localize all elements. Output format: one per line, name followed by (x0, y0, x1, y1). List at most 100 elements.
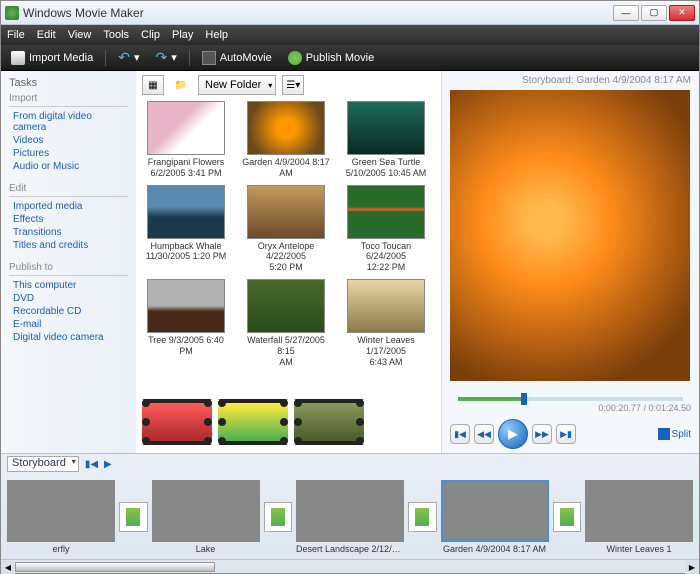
sb-play-button[interactable]: ▶ (104, 459, 112, 470)
storyboard-clip[interactable]: erfly (7, 480, 115, 554)
link-titles-credits[interactable]: Titles and credits (9, 239, 128, 252)
thumbnail-image (347, 279, 425, 333)
thumbnail-caption: Frangipani Flowers6/2/2005 3:41 PM (142, 157, 230, 179)
link-transitions[interactable]: Transitions (9, 226, 128, 239)
menu-play[interactable]: Play (172, 29, 193, 41)
transition-icon (126, 508, 140, 526)
scroll-thumb[interactable] (15, 562, 215, 572)
menu-edit[interactable]: Edit (37, 29, 56, 41)
link-videos[interactable]: Videos (9, 134, 128, 147)
automovie-button[interactable]: AutoMovie (198, 49, 276, 67)
thumbnail-image (247, 185, 325, 239)
new-folder-label: New Folder (205, 79, 261, 91)
time-total: 0:01:24.50 (648, 403, 691, 413)
split-button[interactable]: Split (658, 428, 691, 440)
next-frame-button[interactable]: ▶▮ (556, 424, 576, 444)
scroll-right-button[interactable]: ▶ (685, 560, 699, 574)
transition-slot[interactable] (408, 502, 437, 532)
sidebar-group-edit: Edit Imported media Effects Transitions … (9, 183, 128, 252)
link-dv-camera[interactable]: Digital video camera (9, 331, 128, 344)
time-current: 0:00:20.77 (598, 403, 641, 413)
clip-thumbnail[interactable]: Toco Toucan 6/24/200512:22 PM (342, 185, 430, 273)
transition-icon (415, 508, 429, 526)
clip-label: erfly (7, 544, 115, 554)
publish-icon (288, 51, 302, 65)
transition-slot[interactable] (264, 502, 293, 532)
menu-tools[interactable]: Tools (103, 29, 129, 41)
storyboard-dropdown[interactable]: Storyboard (7, 456, 79, 472)
redo-button[interactable]: ↷▾ (151, 47, 180, 68)
clip-thumbnail[interactable]: Humpback Whale11/30/2005 1:20 PM (142, 185, 230, 273)
link-audio[interactable]: Audio or Music (9, 160, 128, 173)
thumbnail-grid: Frangipani Flowers6/2/2005 3:41 PM Garden… (142, 101, 435, 395)
separator (105, 50, 106, 66)
play-button[interactable]: ▶ (498, 419, 528, 449)
arrange-dropdown[interactable]: ☰▾ (282, 75, 304, 95)
link-imported-media[interactable]: Imported media (9, 200, 128, 213)
seek-knob[interactable] (521, 393, 527, 405)
import-icon (11, 51, 25, 65)
link-effects[interactable]: Effects (9, 213, 128, 226)
menu-clip[interactable]: Clip (141, 29, 160, 41)
link-email[interactable]: E-mail (9, 318, 128, 331)
close-button[interactable]: ✕ (669, 5, 695, 21)
undo-button[interactable]: ↶▾ (114, 47, 143, 68)
transition-slot[interactable] (553, 502, 582, 532)
clip-thumbnail[interactable]: Tree 9/3/2005 6:40 PM (142, 279, 230, 367)
storyboard-panel: Storyboard ▮◀ ▶ erfly Lake Desert Landscap… (1, 453, 699, 573)
menu-file[interactable]: File (7, 29, 25, 41)
link-dvd[interactable]: DVD (9, 292, 128, 305)
clip-thumbnail[interactable]: Winter Leaves 1/17/20056:43 AM (342, 279, 430, 367)
transition-slot[interactable] (119, 502, 148, 532)
sidebar-group-publish: Publish to This computer DVD Recordable … (9, 262, 128, 344)
storyboard-clip[interactable]: Garden 4/9/2004 8:17 AM (441, 480, 549, 554)
import-media-button[interactable]: Import Media (7, 49, 97, 67)
prev-frame-button[interactable]: ▮◀ (450, 424, 470, 444)
clip-thumbnail[interactable]: Oryx Antelope 4/22/20055:20 PM (242, 185, 330, 273)
tasks-sidebar: Tasks Import From digital video camera V… (1, 71, 136, 453)
publish-label: Publish Movie (306, 52, 374, 64)
transition-icon (271, 508, 285, 526)
separator (189, 50, 190, 66)
clip-image (441, 480, 549, 542)
storyboard-clip[interactable]: Winter Leaves 1 (585, 480, 693, 554)
split-label: Split (672, 429, 691, 440)
thumbnail-view-button[interactable]: ▦ (142, 75, 164, 95)
publish-movie-button[interactable]: Publish Movie (284, 49, 378, 67)
storyboard-clip[interactable]: Lake (152, 480, 260, 554)
filmstrip-frame[interactable] (218, 399, 288, 445)
forward-button[interactable]: ▶▶ (532, 424, 552, 444)
storyboard-clip[interactable]: Desert Landscape 2/12/20... (296, 480, 404, 554)
filmstrip-frame[interactable] (294, 399, 364, 445)
storyboard-scrollbar[interactable]: ◀ ▶ (1, 559, 699, 573)
clip-thumbnail[interactable]: Green Sea Turtle5/10/2005 10:45 AM (342, 101, 430, 179)
filmstrip-frame[interactable] (142, 399, 212, 445)
thumbnail-caption: Garden 4/9/2004 8:17AM (242, 157, 330, 179)
seek-bar[interactable] (458, 397, 683, 401)
link-recordable-cd[interactable]: Recordable CD (9, 305, 128, 318)
maximize-button[interactable]: ▢ (641, 5, 667, 21)
new-folder-dropdown[interactable]: New Folder (198, 75, 276, 95)
details-view-button[interactable]: 📁 (170, 75, 192, 95)
thumbnail-image (247, 101, 325, 155)
clip-image (152, 480, 260, 542)
sidebar-title: Tasks (9, 77, 128, 89)
link-this-computer[interactable]: This computer (9, 279, 128, 292)
sb-rewind-button[interactable]: ▮◀ (85, 459, 98, 470)
scroll-left-button[interactable]: ◀ (1, 560, 15, 574)
thumbnail-caption: Toco Toucan 6/24/200512:22 PM (342, 241, 430, 273)
clip-thumbnail[interactable]: Waterfall 5/27/2005 8:15AM (242, 279, 330, 367)
menu-help[interactable]: Help (205, 29, 228, 41)
link-pictures[interactable]: Pictures (9, 147, 128, 160)
import-label: Import Media (29, 52, 93, 64)
minimize-button[interactable]: — (613, 5, 639, 21)
link-from-camera[interactable]: From digital video camera (9, 110, 128, 134)
menu-view[interactable]: View (68, 29, 92, 41)
rewind-button[interactable]: ◀◀ (474, 424, 494, 444)
thumbnail-image (347, 101, 425, 155)
clip-thumbnail[interactable]: Garden 4/9/2004 8:17AM (242, 101, 330, 179)
playback-controls: ▮◀ ◀◀ ▶ ▶▶ ▶▮ Split (450, 419, 691, 449)
preview-pane: Storyboard: Garden 4/9/2004 8:17 AM 0:00… (441, 71, 699, 453)
seek-progress (458, 397, 521, 401)
clip-thumbnail[interactable]: Frangipani Flowers6/2/2005 3:41 PM (142, 101, 230, 179)
